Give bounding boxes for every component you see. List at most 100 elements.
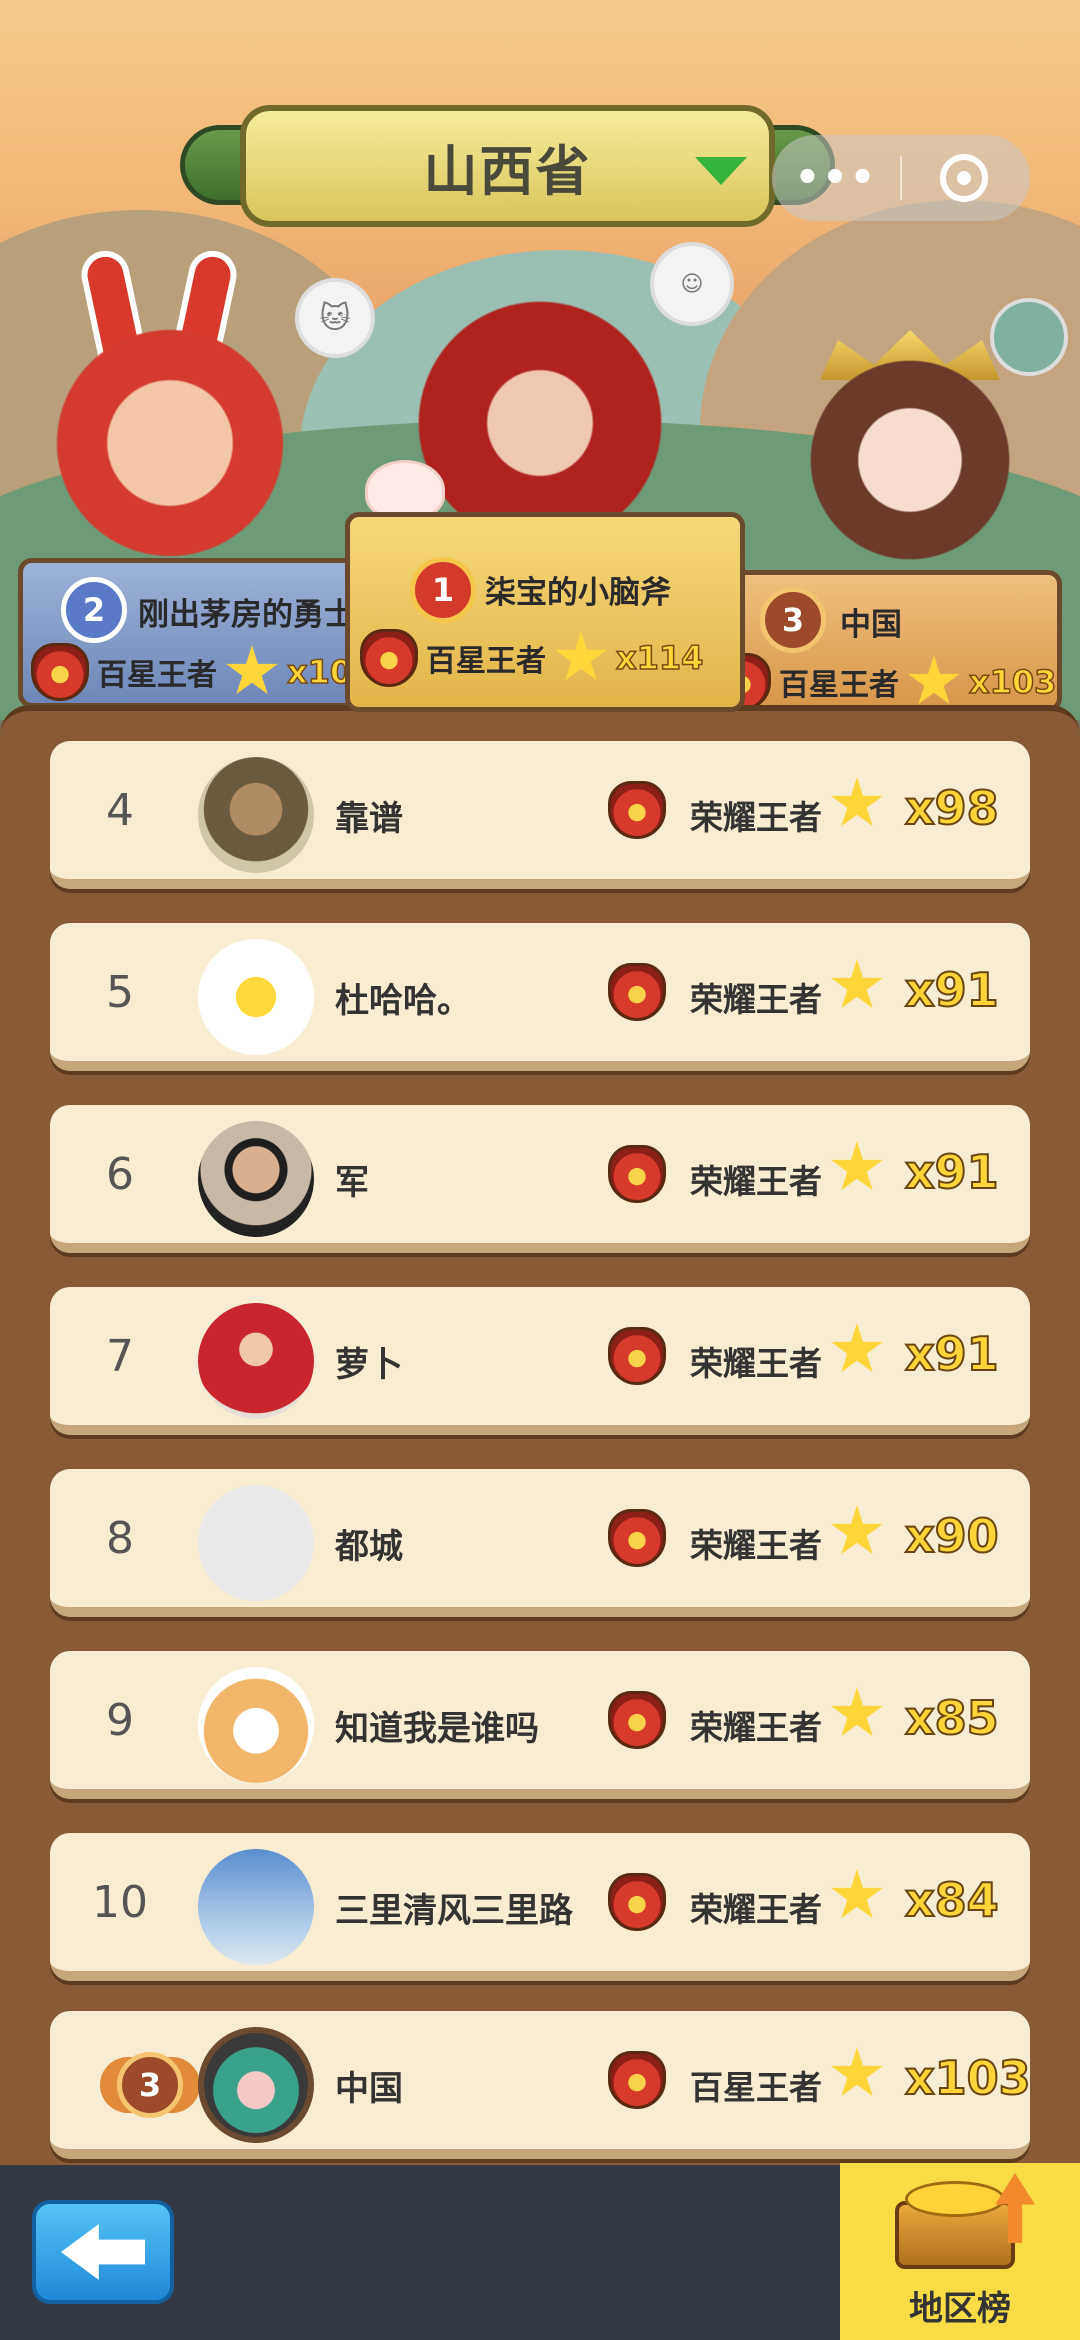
player-name: 柒宝的小脑斧 xyxy=(485,575,671,611)
dragon-crest-icon xyxy=(360,629,418,687)
player-name: 刚出茅房的勇士 xyxy=(138,597,355,633)
player-name: 杜哈哈。 xyxy=(335,981,471,1021)
region-board-button[interactable]: 地区榜 xyxy=(840,2163,1080,2340)
dragon-avatar xyxy=(990,298,1068,376)
close-target-icon[interactable] xyxy=(940,154,988,202)
star-icon xyxy=(831,2047,883,2097)
podium-second[interactable]: 2 刚出茅房的勇士 百星王者 x105 xyxy=(18,558,378,708)
player-name: 中国 xyxy=(335,2069,403,2109)
rank-title: 荣耀王者 xyxy=(690,1162,822,1201)
rank-title: 百星王者 xyxy=(97,658,217,693)
list-item[interactable]: 10 三里清风三里路 荣耀王者 x84 xyxy=(50,1833,1030,1981)
dragon-crest-icon xyxy=(608,1327,666,1385)
avatar xyxy=(198,2027,314,2143)
list-item[interactable]: 5 杜哈哈。 荣耀王者 x91 xyxy=(50,923,1030,1071)
capsule-divider xyxy=(900,156,902,200)
my-rank-row[interactable]: 3 中国 百星王者 x103 xyxy=(50,2011,1032,2159)
star-count: x103 xyxy=(968,662,1057,702)
star-count: x98 xyxy=(904,780,1000,836)
treasure-chest-icon xyxy=(885,2173,1035,2273)
dragon-crest-icon xyxy=(608,781,666,839)
rank-medal: 3 xyxy=(100,2047,200,2123)
rank-number: 5 xyxy=(106,967,134,1018)
rank-title: 荣耀王者 xyxy=(690,1890,822,1929)
second-place-character xyxy=(40,300,300,560)
more-menu-button[interactable]: ••• xyxy=(772,155,900,201)
dragon-crest-icon xyxy=(608,1509,666,1567)
dragon-crest-icon xyxy=(608,1873,666,1931)
rank-number: 4 xyxy=(106,785,134,836)
star-icon xyxy=(831,1505,883,1555)
star-count: x103 xyxy=(904,2050,1032,2106)
avatar xyxy=(198,757,314,873)
star-count: x114 xyxy=(615,638,704,678)
rank-medal: 2 xyxy=(61,577,127,643)
leaderboard-list[interactable]: 4 靠谱 荣耀王者 x98 5 杜哈哈。 荣耀王者 x91 6 军 荣耀王者 x… xyxy=(0,705,1080,2165)
region-name: 山西省 xyxy=(423,139,592,203)
rank-number: 8 xyxy=(106,1513,134,1564)
rank-medal: 1 xyxy=(410,557,476,623)
star-icon xyxy=(226,645,278,695)
avatar xyxy=(198,1849,314,1965)
rank-title: 荣耀王者 xyxy=(690,1708,822,1747)
triangle-down-icon[interactable] xyxy=(695,157,747,185)
sketch-avatar: ☺ xyxy=(650,242,734,326)
rank-number: 10 xyxy=(92,1877,148,1928)
star-icon xyxy=(831,1869,883,1919)
third-place-character xyxy=(790,340,1030,580)
avatar xyxy=(198,1121,314,1237)
list-item[interactable]: 4 靠谱 荣耀王者 x98 xyxy=(50,741,1030,889)
star-icon xyxy=(555,631,607,681)
dragon-crest-icon xyxy=(608,1691,666,1749)
back-button[interactable] xyxy=(32,2200,174,2304)
dragon-crest-icon xyxy=(608,2051,666,2109)
star-count: x91 xyxy=(904,1144,1000,1200)
player-name: 靠谱 xyxy=(335,799,403,839)
star-icon xyxy=(831,1323,883,1373)
arrow-left-icon xyxy=(61,2224,145,2280)
star-icon xyxy=(831,959,883,1009)
dragon-crest-icon xyxy=(608,1145,666,1203)
star-icon xyxy=(908,655,960,705)
podium-first[interactable]: 1 柒宝的小脑斧 百星王者 x114 xyxy=(345,512,745,712)
region-board-label: 地区榜 xyxy=(909,2289,1011,2329)
player-name: 三里清风三里路 xyxy=(335,1891,573,1931)
rank-line: 百星王者 x114 xyxy=(360,629,704,687)
bun-mascot xyxy=(365,460,445,520)
avatar xyxy=(198,1485,314,1601)
list-item[interactable]: 7 萝卜 荣耀王者 x91 xyxy=(50,1287,1030,1435)
avatar xyxy=(198,1667,314,1783)
star-count: x85 xyxy=(904,1690,1000,1746)
rank-number: 9 xyxy=(106,1695,134,1746)
rank-line: 百星王者 x105 xyxy=(31,643,375,701)
player-name: 都城 xyxy=(335,1527,403,1567)
player-name: 军 xyxy=(335,1163,369,1203)
player-name: 知道我是谁吗 xyxy=(335,1709,539,1749)
cat-avatar: 🐱 xyxy=(295,278,375,358)
list-item[interactable]: 6 军 荣耀王者 x91 xyxy=(50,1105,1030,1253)
star-icon xyxy=(831,777,883,827)
star-icon xyxy=(831,1687,883,1737)
rank-title: 百星王者 xyxy=(779,668,899,703)
avatar xyxy=(198,939,314,1055)
rank-title: 荣耀王者 xyxy=(690,1526,822,1565)
rank-title: 荣耀王者 xyxy=(690,798,822,837)
dragon-crest-icon xyxy=(31,643,89,701)
rank-medal: 3 xyxy=(760,587,826,653)
rank-number: 6 xyxy=(106,1149,134,1200)
star-count: x90 xyxy=(904,1508,1000,1564)
rank-title: 百星王者 xyxy=(426,644,546,679)
rank-number: 7 xyxy=(106,1331,134,1382)
star-count: x91 xyxy=(904,1326,1000,1382)
rank-title: 荣耀王者 xyxy=(690,1344,822,1383)
list-item[interactable]: 8 都城 荣耀王者 x90 xyxy=(50,1469,1030,1617)
star-count: x84 xyxy=(904,1872,1000,1928)
podium-third[interactable]: 3 中国 百星王者 x103 xyxy=(700,570,1062,712)
region-selector[interactable]: 山西省 xyxy=(180,105,835,227)
star-count: x91 xyxy=(904,962,1000,1018)
rank-title: 百星王者 xyxy=(690,2068,822,2107)
mini-program-capsule: ••• xyxy=(772,135,1030,221)
dragon-crest-icon xyxy=(608,963,666,1021)
player-name: 中国 xyxy=(840,607,902,643)
list-item[interactable]: 9 知道我是谁吗 荣耀王者 x85 xyxy=(50,1651,1030,1799)
